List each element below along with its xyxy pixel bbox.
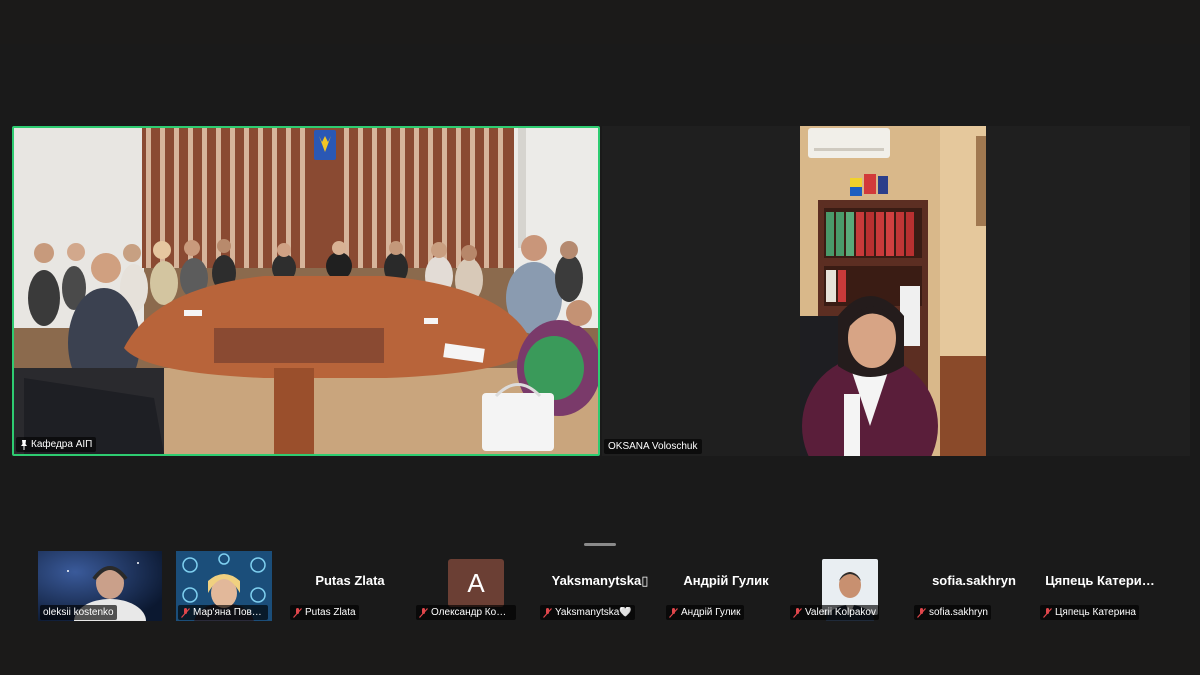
mic-muted-icon bbox=[543, 607, 552, 618]
participant-name: Putas Zlata bbox=[305, 607, 356, 618]
participant-thumbnail[interactable]: Андрій Гулик Андрій Гулик bbox=[664, 551, 788, 621]
pinned-video-tile[interactable]: Кафедра АІП bbox=[12, 126, 600, 456]
participant-display-name: Putas Zlata bbox=[315, 573, 385, 588]
mic-muted-icon bbox=[669, 607, 678, 618]
pin-icon bbox=[21, 439, 27, 450]
mic-muted-icon bbox=[793, 607, 802, 618]
top-bar bbox=[0, 0, 1200, 44]
participant-thumbnail-label: Мар'яна Повале… bbox=[178, 605, 268, 620]
mic-muted-icon bbox=[181, 607, 190, 618]
participant-name: oleksii kostenko bbox=[43, 607, 114, 618]
participant-display-name: Андрій Гулик bbox=[683, 573, 769, 588]
participant-thumbnail[interactable]: Мар'яна Повале… bbox=[176, 551, 272, 621]
participant-thumbnail[interactable]: Putas Zlata Putas Zlata bbox=[288, 551, 412, 621]
participant-thumbnail[interactable]: sofia.sakhryn sofia.sakhryn bbox=[912, 551, 1036, 621]
participant-display-name: Цяпець Катери… bbox=[1045, 573, 1155, 588]
participant-thumbnail[interactable]: Yaksmanytska▯ Yaksmanytska🤍 bbox=[538, 551, 662, 621]
participant-thumbnail-label: Valerii Kolpakov bbox=[790, 605, 879, 620]
participant-name: Олександр Комі… bbox=[431, 607, 513, 618]
participant-name: Valerii Kolpakov bbox=[805, 607, 876, 618]
participant-tile-name-label: OKSANA Voloschuk bbox=[604, 439, 702, 454]
office-video bbox=[602, 126, 1190, 456]
participant-thumbnail-label: sofia.sakhryn bbox=[914, 605, 991, 620]
participant-name: Мар'яна Повале… bbox=[193, 607, 265, 618]
participant-name: Цяпець Катерина bbox=[1055, 607, 1136, 618]
participant-display-name: sofia.sakhryn bbox=[932, 573, 1016, 588]
participant-thumbnail[interactable]: A Олександр Комі… bbox=[414, 551, 538, 621]
participant-name: Андрій Гулик bbox=[681, 607, 741, 618]
avatar: A bbox=[448, 559, 504, 607]
conference-room-video bbox=[14, 128, 598, 454]
participant-video-tile[interactable]: OKSANA Voloschuk bbox=[602, 126, 1190, 456]
pinned-tile-name-label: Кафедра АІП bbox=[16, 437, 97, 452]
participant-display-name: Yaksmanytska▯ bbox=[551, 573, 649, 588]
participant-thumbnail-label: Цяпець Катерина bbox=[1040, 605, 1139, 620]
participant-thumbnail-label: Yaksmanytska🤍 bbox=[540, 605, 635, 620]
participant-name: Yaksmanytska🤍 bbox=[555, 607, 632, 618]
participant-thumbnail[interactable]: oleksii kostenko bbox=[38, 551, 162, 621]
mic-muted-icon bbox=[293, 607, 302, 618]
participant-tile-name: OKSANA Voloschuk bbox=[608, 441, 698, 452]
bottom-bar bbox=[0, 630, 1200, 675]
mic-muted-icon bbox=[419, 607, 428, 618]
participant-thumbnail[interactable]: Цяпець Катери… Цяпець Катерина bbox=[1038, 551, 1162, 621]
filmstrip-drag-handle[interactable] bbox=[584, 543, 616, 546]
participant-name: sofia.sakhryn bbox=[929, 607, 988, 618]
mic-muted-icon bbox=[917, 607, 926, 618]
participant-thumbnail[interactable]: Valerii Kolpakov bbox=[788, 551, 912, 621]
participant-thumbnail-label: Олександр Комі… bbox=[416, 605, 516, 620]
participant-thumbnail-label: oleksii kostenko bbox=[40, 605, 117, 620]
participant-thumbnail-label: Андрій Гулик bbox=[666, 605, 744, 620]
pinned-tile-name: Кафедра АІП bbox=[31, 439, 93, 450]
mic-muted-icon bbox=[1043, 607, 1052, 618]
participant-thumbnail-label: Putas Zlata bbox=[290, 605, 359, 620]
